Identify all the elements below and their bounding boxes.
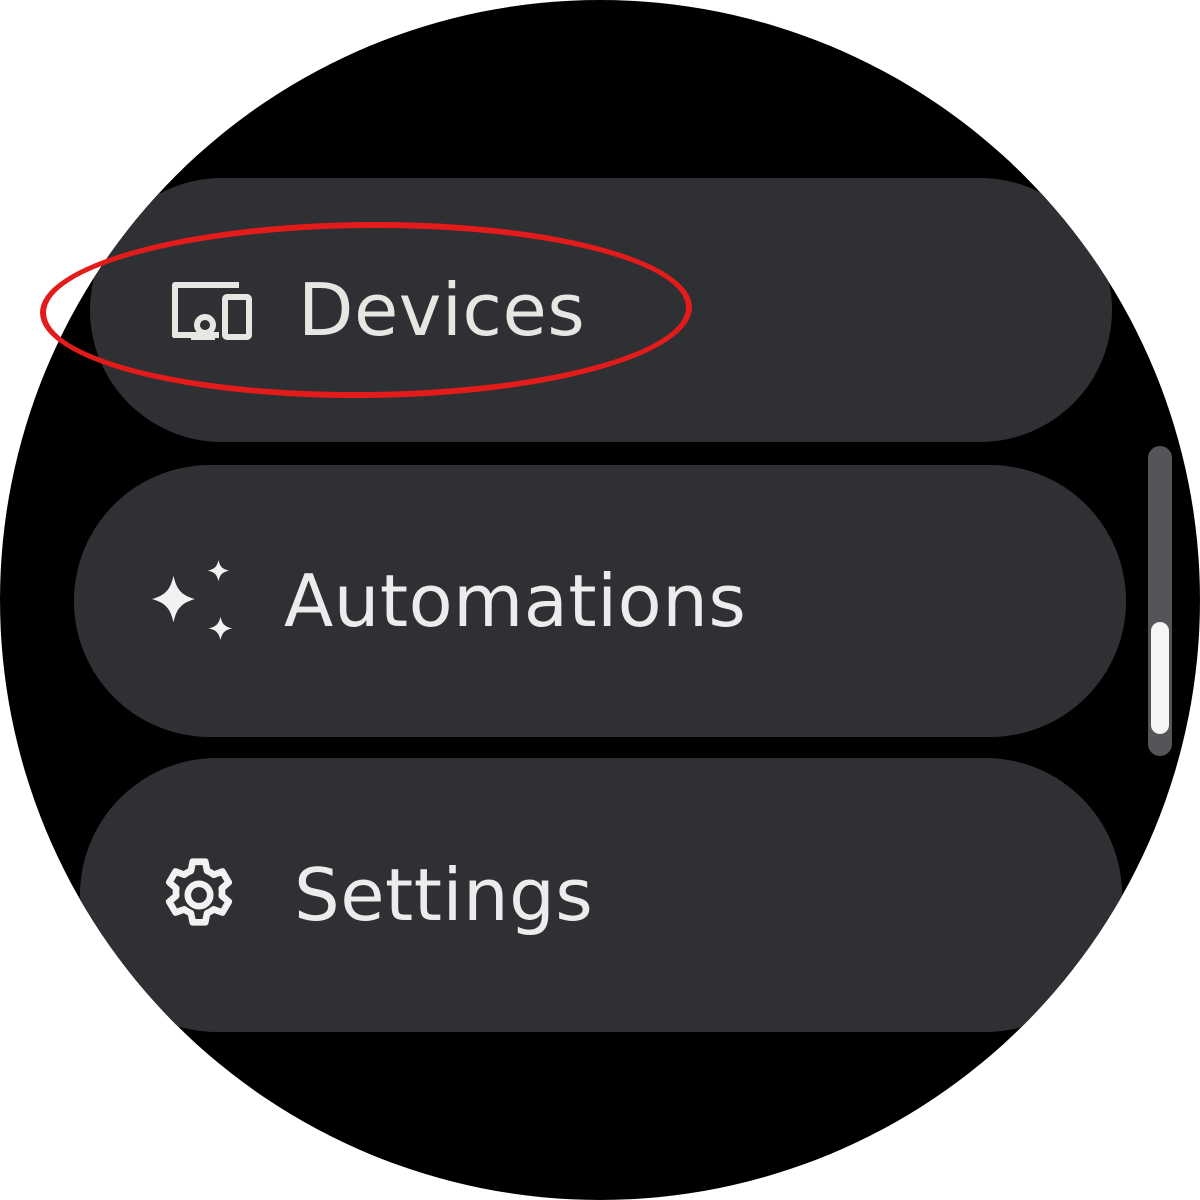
menu-item-label: Automations bbox=[284, 559, 747, 643]
scrollbar-thumb[interactable] bbox=[1151, 622, 1169, 734]
sparkle-icon bbox=[150, 556, 240, 646]
menu-item-devices[interactable]: Devices bbox=[90, 178, 1112, 442]
devices-icon bbox=[168, 265, 258, 355]
menu-item-automations[interactable]: Automations bbox=[74, 465, 1126, 737]
menu-item-settings[interactable]: Settings bbox=[80, 758, 1122, 1032]
gear-icon bbox=[154, 850, 244, 940]
menu-item-label: Settings bbox=[294, 853, 594, 937]
menu-item-label: Devices bbox=[298, 268, 586, 352]
watch-screen: Devices Automations Settings bbox=[0, 0, 1200, 1200]
